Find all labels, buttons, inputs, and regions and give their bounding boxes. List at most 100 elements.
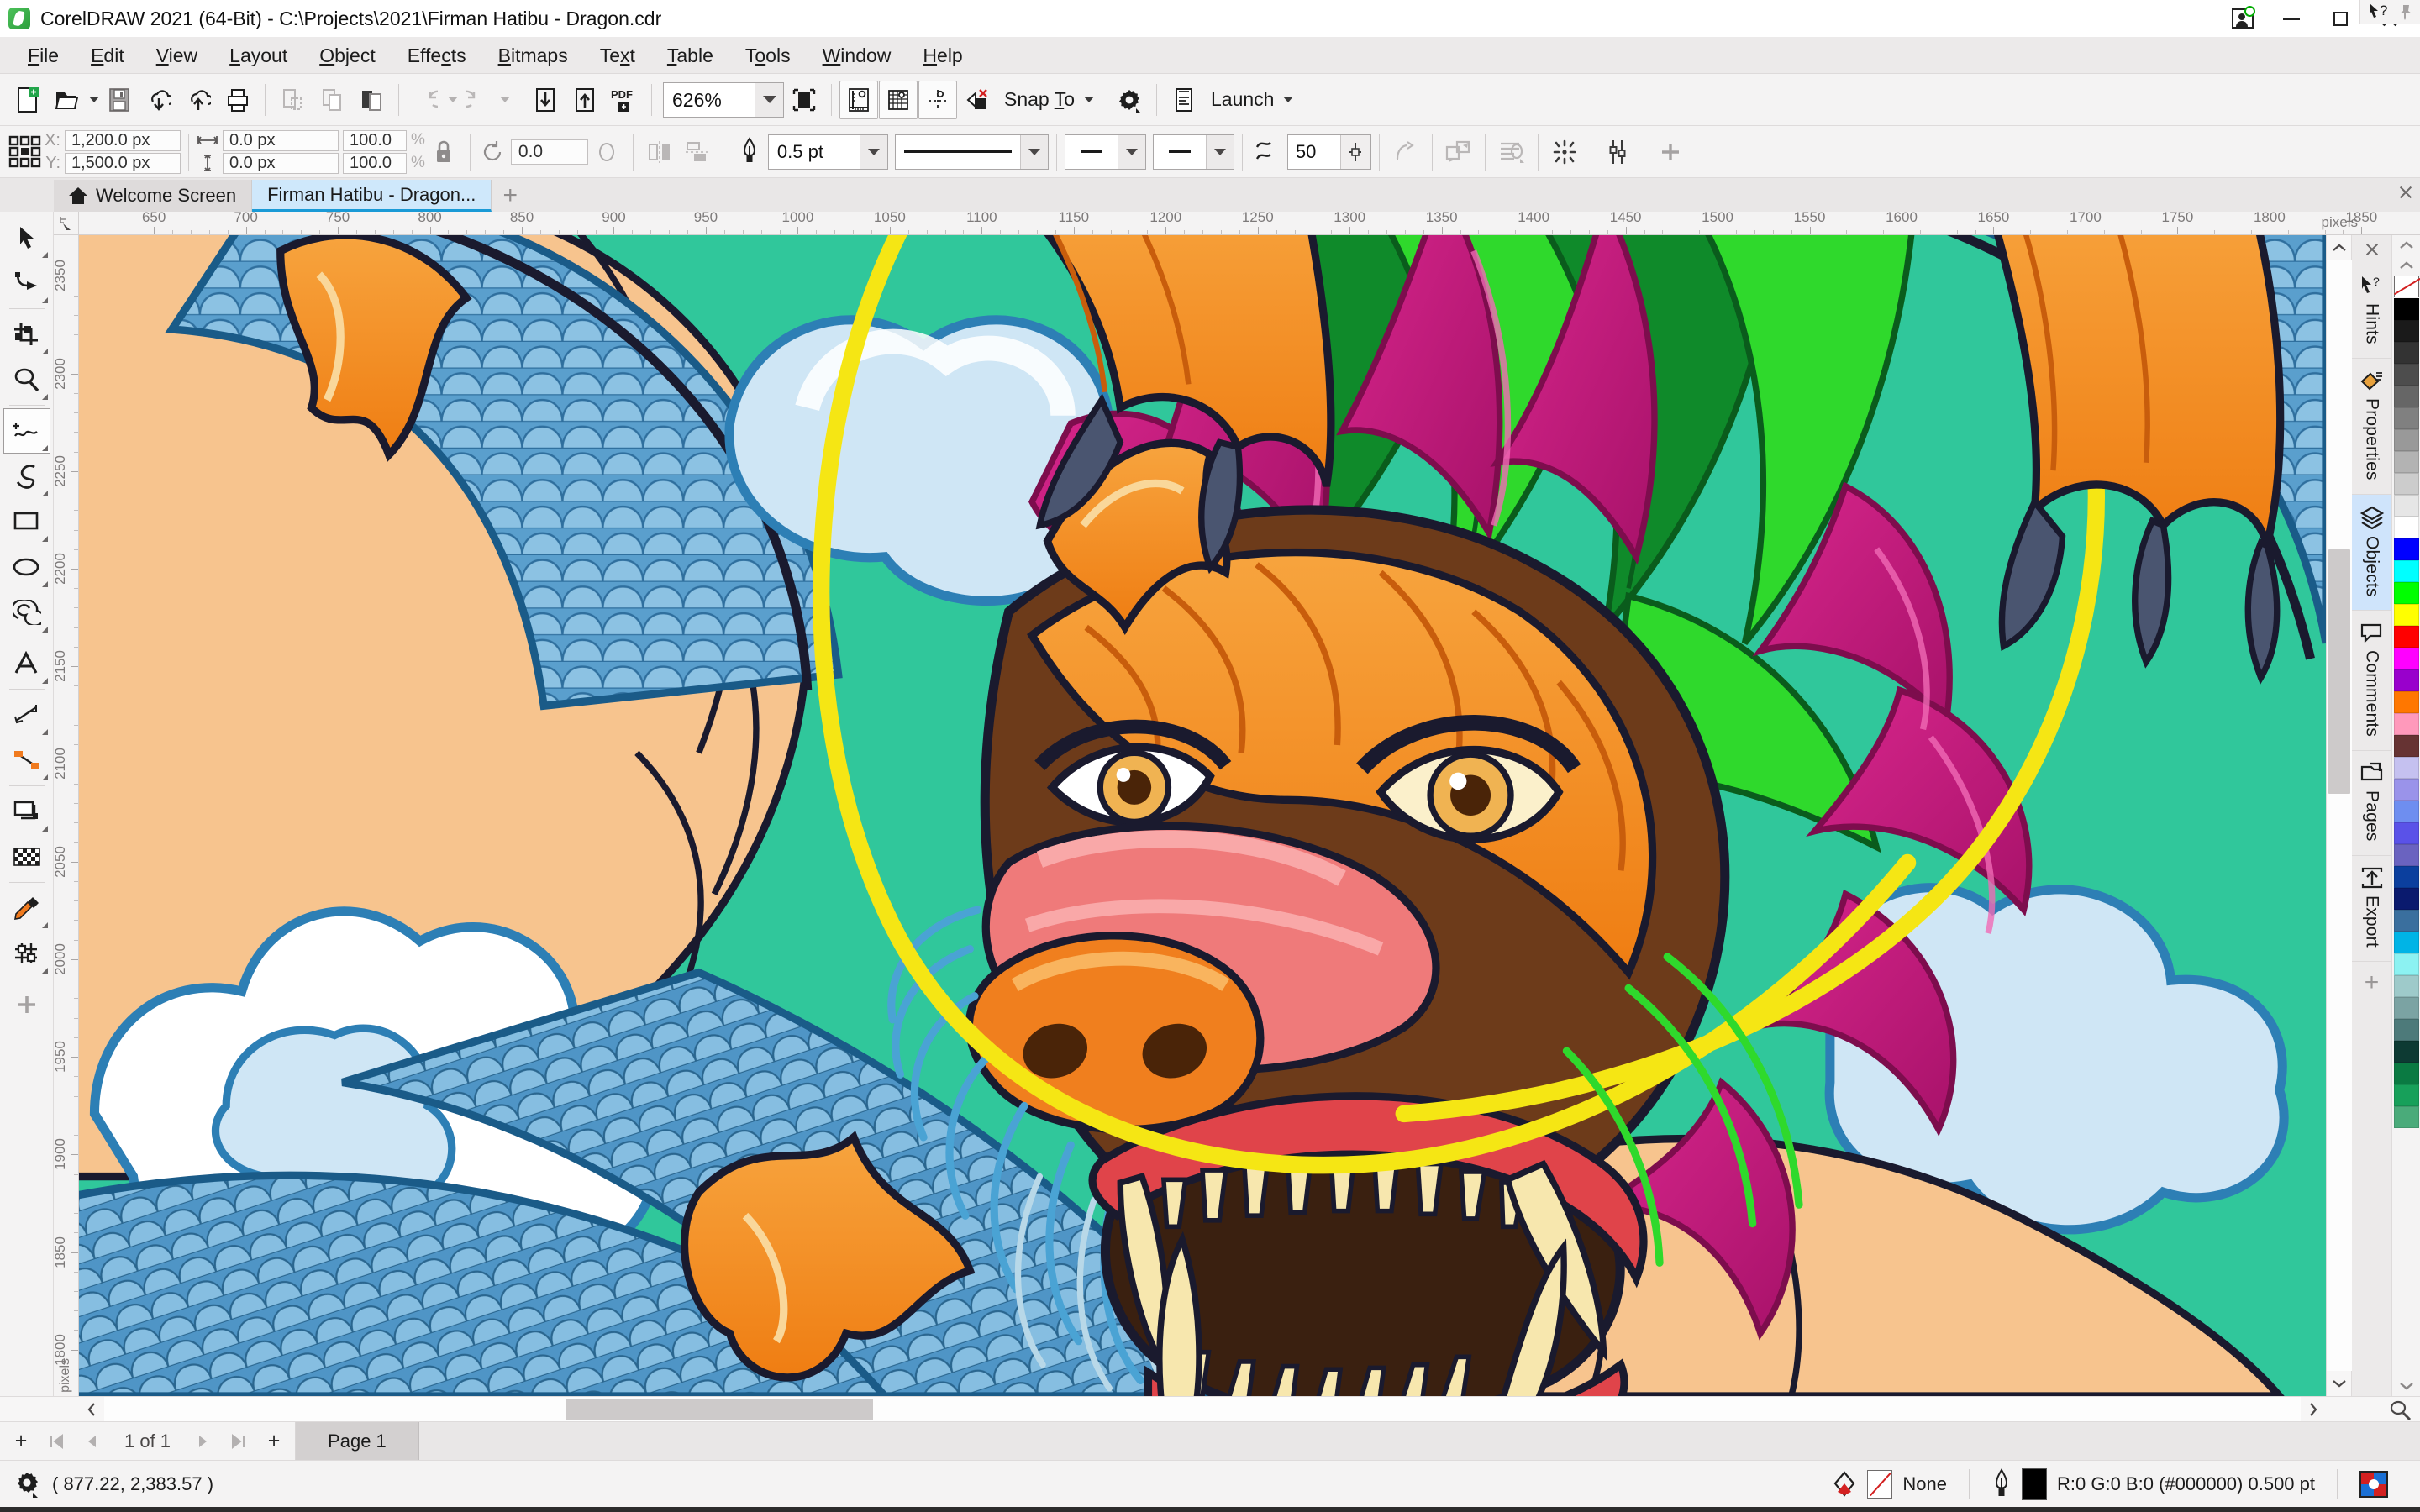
palette-swatch[interactable] <box>2393 473 2419 495</box>
palette-swatch[interactable] <box>2393 407 2419 429</box>
minimize-button[interactable] <box>2267 0 2316 37</box>
tool-shape[interactable] <box>3 260 50 306</box>
palette-no-color-swatch[interactable] <box>2393 276 2419 297</box>
palette-swatch[interactable] <box>2393 538 2419 560</box>
horizontal-scroll-thumb[interactable] <box>565 1399 873 1420</box>
close-docker-button[interactable] <box>2395 181 2417 203</box>
line-style-preview[interactable] <box>896 150 1020 153</box>
end-arrow-preview[interactable] <box>1154 150 1206 153</box>
menu-layout[interactable]: Layout <box>213 37 303 74</box>
palette-scroll-up2-button[interactable] <box>2392 255 2420 276</box>
line-style-caret[interactable] <box>1019 134 1048 169</box>
options-button[interactable] <box>1110 81 1149 119</box>
wrap-text-button[interactable] <box>1440 133 1477 171</box>
docker-comments[interactable]: Comments <box>2351 611 2392 752</box>
menu-help[interactable]: Help <box>907 37 978 74</box>
vertical-scrollbar[interactable] <box>2326 235 2352 1396</box>
menu-object[interactable]: Object <box>303 37 391 74</box>
zoom-dropdown-caret[interactable] <box>755 82 783 117</box>
palette-swatch[interactable] <box>2393 757 2419 779</box>
scale-width-input[interactable]: 100.0 <box>343 129 407 151</box>
fill-swatch[interactable] <box>1867 1469 1893 1499</box>
clear-transformations-button[interactable] <box>958 81 997 119</box>
tool-drop-shadow[interactable] <box>3 789 50 834</box>
height-input[interactable]: 0.0 px <box>223 152 339 174</box>
show-grid-button[interactable] <box>879 80 918 119</box>
menu-window[interactable]: Window <box>807 37 908 74</box>
snap-to-caret[interactable] <box>1084 97 1094 102</box>
palette-swatch[interactable] <box>2393 451 2419 473</box>
palette-swatch[interactable] <box>2393 429 2419 451</box>
palette-swatch[interactable] <box>2393 866 2419 888</box>
end-arrow-combo[interactable] <box>1152 134 1234 170</box>
position-y-input[interactable]: 1,500.0 px <box>65 152 181 174</box>
palette-swatch[interactable] <box>2393 1106 2419 1128</box>
zoom-level-value[interactable]: 626% <box>664 82 755 118</box>
tab-dragon-document[interactable]: Firman Hatibu - Dragon... <box>252 180 492 212</box>
line-style-combo[interactable] <box>894 134 1049 170</box>
redo-button[interactable] <box>459 81 497 119</box>
new-document-button[interactable] <box>8 81 47 119</box>
zoom-status-area[interactable] <box>2326 1397 2420 1421</box>
outline-width-combo[interactable]: 0.5 pt <box>767 134 888 170</box>
object-origin-selector[interactable] <box>7 133 44 171</box>
add-page-left-button[interactable]: + <box>5 1425 37 1458</box>
docker-hints[interactable]: ? Hints <box>2351 264 2392 359</box>
outline-width-caret[interactable] <box>859 134 887 169</box>
close-curve-button[interactable] <box>1387 133 1424 171</box>
outline-pen-button[interactable] <box>731 133 768 171</box>
width-input[interactable]: 0.0 px <box>223 129 339 151</box>
tool-rectangle[interactable] <box>3 499 50 544</box>
palette-swatch[interactable] <box>2393 604 2419 626</box>
launch-label-button[interactable]: Launch <box>1204 81 1281 119</box>
show-rulers-button[interactable] <box>839 80 878 119</box>
scroll-down-button[interactable] <box>2327 1371 2352 1396</box>
account-button[interactable] <box>2218 0 2267 37</box>
vertical-ruler[interactable]: pixels 2350 2300 2250 2200 2150 2100 2050 2000 1… <box>54 235 79 1396</box>
status-options-button[interactable] <box>10 1467 44 1501</box>
edit-handles-button[interactable] <box>1599 133 1636 171</box>
color-proof-group[interactable] <box>2338 1470 2410 1498</box>
mirror-horizontal-button[interactable] <box>641 133 678 171</box>
dragon-artwork[interactable] <box>79 235 2326 1396</box>
import-button[interactable] <box>139 81 178 119</box>
add-more-button[interactable] <box>1652 133 1689 171</box>
palette-swatch[interactable] <box>2393 386 2419 407</box>
docker-close-button[interactable] <box>2352 235 2392 264</box>
menu-table[interactable]: Table <box>651 37 729 74</box>
tool-artistic-media[interactable] <box>3 454 50 499</box>
palette-swatch[interactable] <box>2393 735 2419 757</box>
scroll-left-button[interactable] <box>79 1397 104 1422</box>
palette-swatch[interactable] <box>2393 517 2419 538</box>
palette-swatch[interactable] <box>2393 342 2419 364</box>
palette-swatch[interactable] <box>2393 495 2419 517</box>
tool-zoom[interactable] <box>3 357 50 402</box>
bounding-box-button[interactable] <box>1546 133 1583 171</box>
fullscreen-preview-button[interactable] <box>785 81 823 119</box>
palette-swatch[interactable] <box>2393 953 2419 975</box>
cut-button[interactable] <box>273 81 312 119</box>
scale-height-input[interactable]: 100.0 <box>343 152 407 174</box>
palette-swatch[interactable] <box>2393 669 2419 691</box>
freehand-smoothing-slider-handle[interactable] <box>1339 134 1370 169</box>
palette-swatch[interactable] <box>2393 910 2419 932</box>
start-arrow-caret[interactable] <box>1117 134 1145 169</box>
import-file-button[interactable] <box>526 81 565 119</box>
palette-swatch[interactable] <box>2393 626 2419 648</box>
vertical-scroll-track[interactable] <box>2326 260 2352 1371</box>
menu-effects[interactable]: Effects <box>392 37 482 74</box>
tool-interactive-fill[interactable] <box>3 931 50 976</box>
show-guides-button[interactable] <box>918 80 957 119</box>
save-document-button[interactable] <box>100 81 139 119</box>
menu-tools[interactable]: Tools <box>729 37 807 74</box>
new-document-tab-button[interactable]: + <box>492 180 529 212</box>
horizontal-scroll-track[interactable] <box>104 1397 2301 1421</box>
text-alignment-button[interactable] <box>1493 133 1530 171</box>
docker-export[interactable]: Export <box>2351 856 2392 962</box>
palette-scroll-down-button[interactable] <box>2392 1376 2420 1396</box>
freehand-smoothing-value[interactable]: 50 <box>1288 135 1340 169</box>
undo-button[interactable] <box>407 81 445 119</box>
palette-swatch[interactable] <box>2393 801 2419 822</box>
menu-bitmaps[interactable]: Bitmaps <box>482 37 584 74</box>
tool-polygon[interactable] <box>3 590 50 635</box>
